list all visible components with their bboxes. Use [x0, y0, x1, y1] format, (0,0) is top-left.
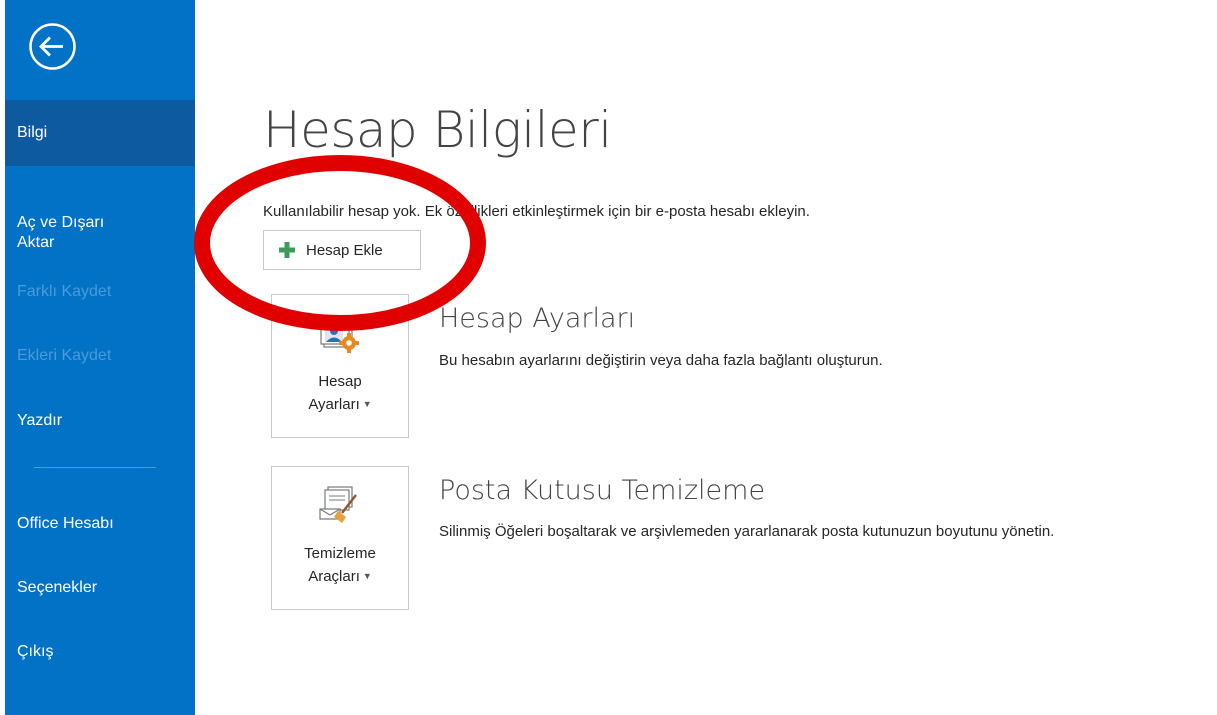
sidebar-item-office-account[interactable]: Office Hesabı — [5, 514, 195, 534]
sidebar-item-label: Yazdır — [17, 412, 63, 429]
outlook-backstage-window: Bilgi Aç ve Dışarı Aktar Farklı Kaydet E… — [0, 0, 1217, 715]
account-settings-title: Hesap Ayarları — [439, 303, 636, 334]
sidebar-item-label: Çıkış — [17, 643, 54, 660]
cleanup-tools-tile-label: Temizleme Araçları ▼ — [272, 543, 408, 588]
dropdown-caret-icon: ▼ — [362, 399, 372, 409]
sidebar-divider — [34, 467, 156, 468]
tile-label-line2-text: Ayarları — [308, 396, 360, 413]
backstage-content: Hesap Bilgileri Kullanılabilir hesap yok… — [195, 0, 1217, 715]
sidebar-item-options[interactable]: Seçenekler — [5, 578, 195, 598]
sidebar-item-open-export[interactable]: Aç ve Dışarı Aktar — [5, 193, 195, 251]
account-settings-icon — [320, 319, 359, 353]
cleanup-tools-tile[interactable]: Temizleme Araçları ▼ — [271, 466, 409, 610]
tile-label-line2: Araçları ▼ — [272, 565, 408, 588]
sidebar-item-save-as: Farklı Kaydet — [5, 282, 195, 302]
tile-label-line1: Hesap — [318, 373, 362, 390]
mailbox-cleanup-description: Silinmiş Öğeleri boşaltarak ve arşivleme… — [439, 523, 1055, 540]
sidebar-item-label: Seçenekler — [17, 579, 98, 596]
mailbox-cleanup-title: Posta Kutusu Temizleme — [439, 475, 766, 506]
account-settings-description: Bu hesabın ayarlarını değiştirin veya da… — [439, 352, 883, 369]
account-settings-tile-label: Hesap Ayarları ▼ — [272, 371, 408, 416]
dropdown-caret-icon: ▼ — [362, 571, 372, 581]
sidebar-item-save-attachments: Ekleri Kaydet — [5, 346, 195, 366]
add-account-label: Hesap Ekle — [306, 241, 383, 259]
sidebar-item-label: Bilgi — [17, 124, 48, 141]
tile-label-line2: Ayarları ▼ — [272, 393, 408, 416]
back-button[interactable] — [27, 21, 78, 72]
page-title: Hesap Bilgileri — [263, 101, 612, 159]
sidebar-item-label: Aç ve Dışarı Aktar — [17, 214, 105, 251]
no-account-message: Kullanılabilir hesap yok. Ek özellikleri… — [263, 203, 810, 220]
add-account-button[interactable]: Hesap Ekle — [263, 230, 421, 270]
sidebar-item-bilgi[interactable]: Bilgi — [5, 100, 195, 166]
sidebar-item-print[interactable]: Yazdır — [5, 411, 195, 431]
tile-label-line1: Temizleme — [304, 545, 376, 562]
back-arrow-icon — [29, 23, 76, 70]
cleanup-tools-icon — [319, 486, 357, 523]
sidebar-item-label: Ekleri Kaydet — [17, 347, 112, 364]
sidebar-item-exit[interactable]: Çıkış — [5, 642, 195, 662]
account-settings-tile[interactable]: Hesap Ayarları ▼ — [271, 294, 409, 438]
sidebar-item-label: Farklı Kaydet — [17, 283, 112, 300]
sidebar-item-label: Office Hesabı — [17, 515, 114, 532]
tile-label-line2-text: Araçları — [308, 568, 360, 585]
plus-icon — [279, 242, 295, 258]
backstage-sidebar: Bilgi Aç ve Dışarı Aktar Farklı Kaydet E… — [5, 0, 195, 715]
